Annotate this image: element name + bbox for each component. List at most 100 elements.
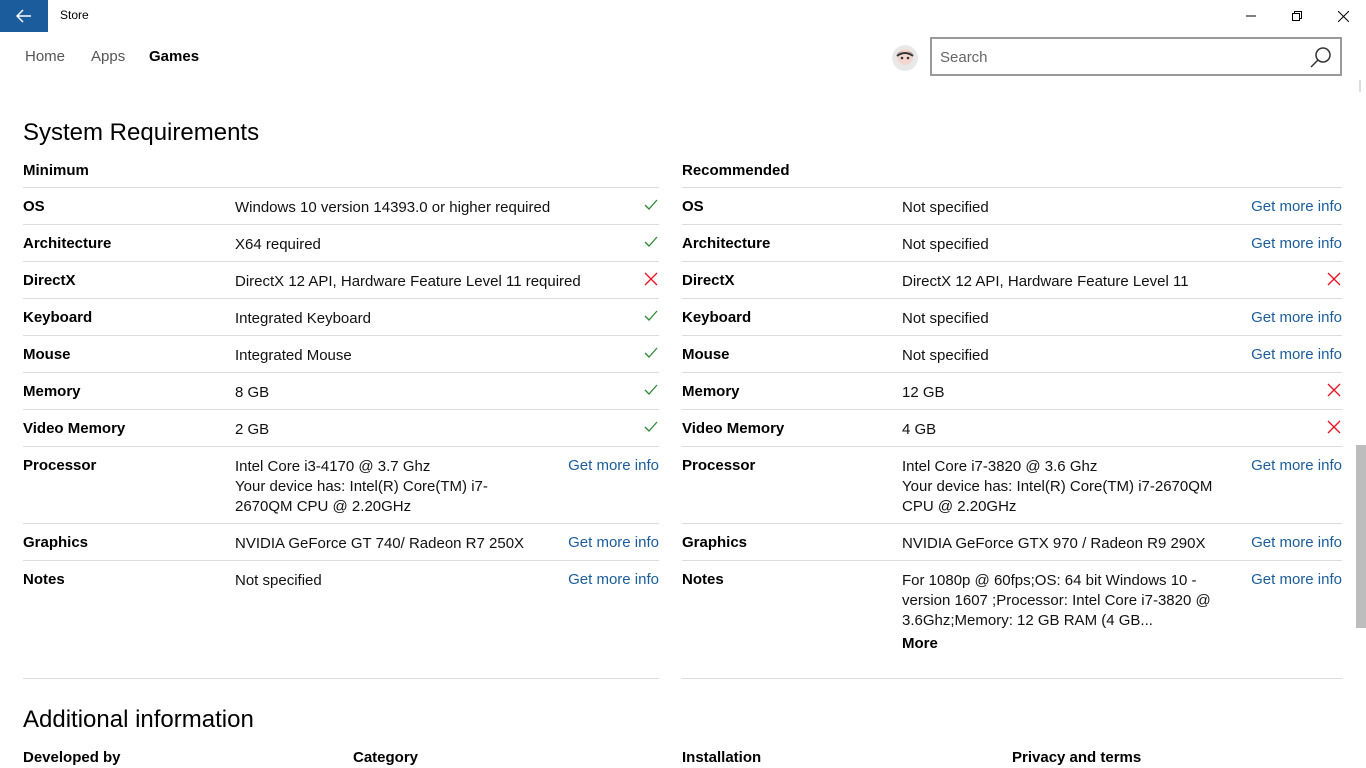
installation-heading: Installation	[682, 749, 762, 766]
privacy-and-terms-heading: Privacy and terms	[1012, 749, 1142, 766]
get-more-info-link[interactable]: Get more info	[1251, 309, 1342, 326]
row-value: For 1080p @ 60fps;OS: 64 bit Windows 10 …	[902, 572, 1211, 629]
get-more-info-link[interactable]: Get more info	[1251, 346, 1342, 363]
get-more-info-link[interactable]: Get more info	[1251, 235, 1342, 252]
row-label: Processor	[23, 457, 97, 474]
get-more-info-link[interactable]: Get more info	[1251, 534, 1342, 551]
row-label: Video Memory	[23, 420, 126, 437]
row-value: Not specified	[902, 310, 989, 327]
title-bar: Store	[0, 0, 1366, 32]
restore-icon	[1292, 11, 1302, 21]
scrollbar-track	[1359, 80, 1361, 92]
check-icon	[644, 421, 658, 432]
recommended-heading: Recommended	[682, 160, 1342, 188]
system-requirements-title: System Requirements	[23, 119, 260, 146]
category-heading: Category	[353, 749, 419, 766]
table-row: Video Memory 4 GB	[682, 410, 1342, 447]
row-label: Graphics	[23, 534, 89, 551]
row-label: Keyboard	[23, 309, 93, 326]
get-more-info-link[interactable]: Get more info	[1251, 198, 1342, 215]
row-value: 4 GB	[902, 421, 937, 438]
table-row: DirectX DirectX 12 API, Hardware Feature…	[23, 262, 659, 299]
row-value: Not specified	[902, 199, 989, 216]
row-value: Intel Core i3-4170 @ 3.7 Ghz	[235, 458, 431, 475]
table-row: Processor Intel Core i7-3820 @ 3.6 Ghz Y…	[682, 447, 1342, 524]
check-icon	[644, 199, 658, 210]
table-row: OS Windows 10 version 14393.0 or higher …	[23, 188, 659, 225]
search-button[interactable]	[1310, 46, 1332, 68]
get-more-info-link[interactable]: Get more info	[1251, 571, 1342, 588]
row-label: Architecture	[23, 235, 112, 252]
nav-apps[interactable]: Apps	[91, 48, 125, 65]
minimum-requirements: Minimum OS Windows 10 version 14393.0 or…	[23, 160, 659, 679]
row-value: 8 GB	[235, 384, 270, 401]
search-box	[930, 37, 1342, 76]
close-button[interactable]	[1320, 0, 1366, 32]
row-label: Memory	[23, 383, 81, 400]
row-label: OS	[682, 198, 704, 215]
row-value: X64 required	[235, 236, 321, 253]
row-value: Not specified	[902, 347, 989, 364]
minimize-icon	[1246, 15, 1256, 17]
row-label: Video Memory	[682, 420, 785, 437]
minimum-heading: Minimum	[23, 160, 659, 188]
close-icon	[1337, 10, 1349, 22]
row-device-value: Your device has: Intel(R) Core(TM) i7-26…	[235, 478, 488, 515]
cross-icon	[644, 272, 658, 286]
search-icon	[1310, 47, 1331, 68]
table-row: Memory 12 GB	[682, 373, 1342, 410]
check-icon	[644, 347, 658, 358]
row-value: Not specified	[902, 236, 989, 253]
row-label: Keyboard	[682, 309, 752, 326]
nav-games[interactable]: Games	[149, 48, 199, 65]
check-icon	[644, 384, 658, 395]
table-row: Notes For 1080p @ 60fps;OS: 64 bit Windo…	[682, 561, 1342, 679]
table-row: Notes Not specified Get more info	[23, 561, 659, 679]
more-link[interactable]: More	[902, 635, 938, 652]
recommended-requirements: Recommended OS Not specified Get more in…	[682, 160, 1342, 679]
row-label: DirectX	[682, 272, 735, 289]
search-input[interactable]	[940, 47, 1300, 67]
table-row: Keyboard Integrated Keyboard	[23, 299, 659, 336]
row-label: Notes	[23, 571, 65, 588]
row-value: NVIDIA GeForce GTX 970 / Radeon R9 290X	[902, 535, 1206, 552]
table-row: Keyboard Not specified Get more info	[682, 299, 1342, 336]
get-more-info-link[interactable]: Get more info	[568, 571, 659, 588]
minimize-button[interactable]	[1228, 0, 1274, 32]
row-label: Processor	[682, 457, 756, 474]
get-more-info-link[interactable]: Get more info	[568, 534, 659, 551]
user-avatar[interactable]	[892, 45, 918, 71]
table-row: OS Not specified Get more info	[682, 188, 1342, 225]
row-value: Integrated Mouse	[235, 347, 352, 364]
row-label: Mouse	[682, 346, 730, 363]
check-icon	[644, 310, 658, 321]
row-value: Windows 10 version 14393.0 or higher req…	[235, 199, 551, 216]
cross-icon	[1327, 272, 1341, 286]
row-value: Integrated Keyboard	[235, 310, 371, 327]
row-label: Memory	[682, 383, 740, 400]
cross-icon	[1327, 383, 1341, 397]
table-row: Video Memory 2 GB	[23, 410, 659, 447]
developed-by-heading: Developed by	[23, 749, 121, 766]
table-row: Graphics NVIDIA GeForce GT 740/ Radeon R…	[23, 524, 659, 561]
back-button[interactable]	[0, 0, 48, 32]
restore-button[interactable]	[1274, 0, 1320, 32]
row-label: Notes	[682, 571, 724, 588]
row-label: Graphics	[682, 534, 748, 551]
row-label: OS	[23, 198, 45, 215]
nav-home[interactable]: Home	[25, 48, 65, 65]
table-row: Mouse Not specified Get more info	[682, 336, 1342, 373]
row-label: Architecture	[682, 235, 771, 252]
scrollbar-thumb[interactable]	[1356, 445, 1366, 628]
table-row: Mouse Integrated Mouse	[23, 336, 659, 373]
avatar-icon	[892, 45, 918, 71]
table-row: Memory 8 GB	[23, 373, 659, 410]
get-more-info-link[interactable]: Get more info	[1251, 457, 1342, 474]
app-title: Store	[60, 8, 89, 22]
check-icon	[644, 236, 658, 247]
get-more-info-link[interactable]: Get more info	[568, 457, 659, 474]
row-device-value: Your device has: Intel(R) Core(TM) i7-26…	[902, 478, 1213, 515]
row-value: Intel Core i7-3820 @ 3.6 Ghz	[902, 458, 1098, 475]
vertical-scrollbar[interactable]	[1354, 80, 1366, 768]
row-label: DirectX	[23, 272, 76, 289]
